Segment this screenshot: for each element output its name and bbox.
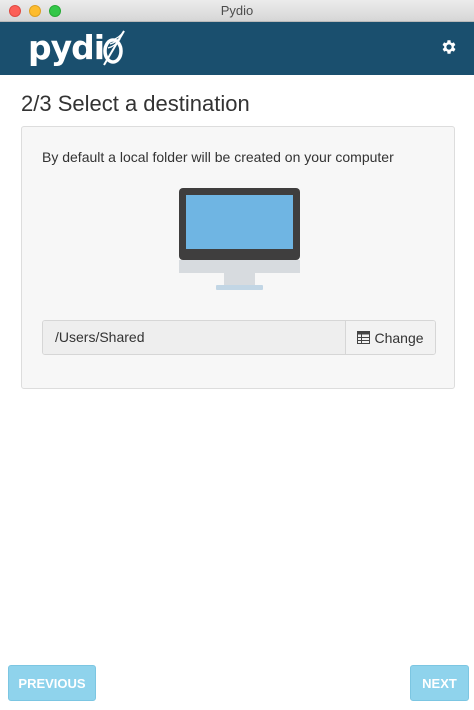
change-label: Change xyxy=(374,329,424,346)
panel-description: By default a local folder will be create… xyxy=(42,149,394,165)
monitor-icon xyxy=(179,188,300,290)
logo-text: pydi xyxy=(28,28,105,67)
destination-path-field[interactable]: /Users/Shared xyxy=(43,321,345,354)
window-title: Pydio xyxy=(220,3,254,18)
page-title: 2/3 Select a destination xyxy=(21,91,250,116)
destination-panel: By default a local folder will be create… xyxy=(21,126,455,389)
destination-picker: /Users/Shared Change xyxy=(42,320,436,355)
gear-icon[interactable] xyxy=(440,38,458,56)
app-header: pydi xyxy=(0,22,474,75)
title-bar: Pydio xyxy=(0,0,474,22)
app-window: Pydio pydi 2/3 Select a destination By d… xyxy=(0,0,474,710)
feather-icon xyxy=(103,30,125,66)
change-destination-button[interactable]: Change xyxy=(345,321,435,354)
previous-button[interactable]: PREVIOUS xyxy=(8,665,96,701)
pydio-logo: pydi xyxy=(28,28,128,68)
next-button[interactable]: NEXT xyxy=(410,665,469,701)
table-icon xyxy=(357,331,371,344)
